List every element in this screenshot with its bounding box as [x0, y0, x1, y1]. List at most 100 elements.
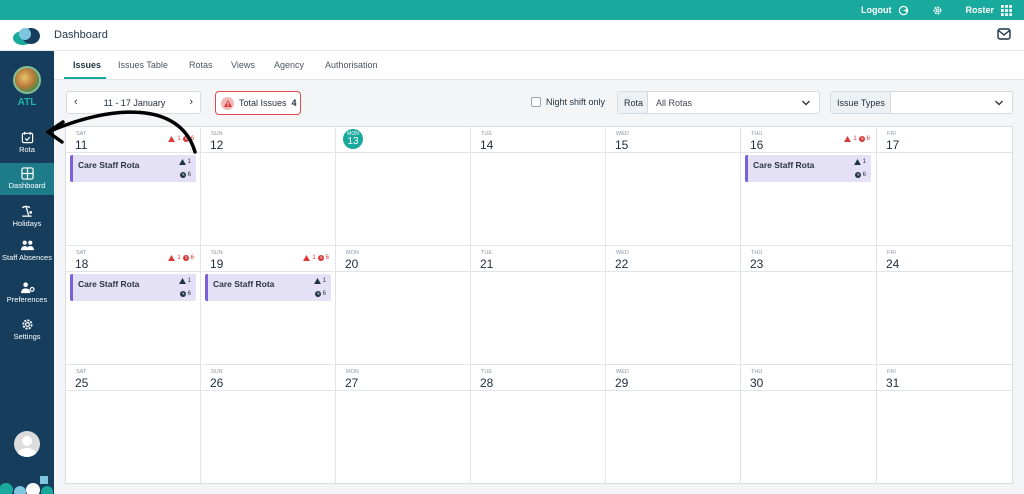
- mail-icon[interactable]: [997, 28, 1011, 40]
- shift-card[interactable]: Care Staff Rota 1 6: [70, 155, 196, 182]
- logout-icon[interactable]: [897, 4, 909, 16]
- weekday-label: SUN: [211, 131, 223, 137]
- weekday-label: TUE: [481, 250, 492, 256]
- shift-people-count: 1: [322, 278, 326, 284]
- calendar-day-cell[interactable]: SAT 11 1 6 Care Staff Rota 1 6: [66, 127, 201, 246]
- calendar-day-cell[interactable]: WED 22: [606, 246, 741, 365]
- calendar-day-cell[interactable]: MON 13: [336, 127, 471, 246]
- clock-icon: [182, 255, 189, 261]
- issue-types-select[interactable]: Issue Types: [830, 91, 1013, 114]
- day-header: SAT 18 1 6: [66, 246, 200, 272]
- shift-hours: 6: [314, 291, 326, 297]
- sidebar-item-staff-absences[interactable]: Staff Absences: [0, 239, 54, 273]
- day-header: WED 29: [606, 365, 740, 391]
- app-logo[interactable]: [12, 25, 42, 47]
- night-shift-toggle[interactable]: Night shift only: [531, 97, 605, 107]
- day-header: SAT 25: [66, 365, 200, 391]
- day-header: TUE 28: [471, 365, 605, 391]
- gear-icon[interactable]: [931, 4, 943, 16]
- calendar-day-cell[interactable]: WED 15: [606, 127, 741, 246]
- clock-icon: [179, 291, 186, 297]
- calendar-day-cell[interactable]: FRI 24: [877, 246, 1012, 365]
- day-header: SUN 12: [201, 127, 335, 153]
- shift-hours-count: 6: [862, 172, 866, 178]
- warning-icon: [303, 255, 311, 261]
- clock-icon: [182, 136, 189, 142]
- weekday-label: SUN: [211, 250, 223, 256]
- weekday-label: WED: [616, 131, 629, 137]
- sidebar-item-rota[interactable]: Rota: [0, 131, 54, 157]
- calendar-day-cell[interactable]: THU 16 1 6 Care Staff Rota 1 6: [741, 127, 877, 246]
- active-tab-indicator: [64, 77, 106, 79]
- calendar-day-cell[interactable]: SUN 19 1 6 Care Staff Rota 1 6: [201, 246, 336, 365]
- weekday-label: FRI: [887, 369, 896, 375]
- day-header: FRI 24: [877, 246, 1012, 272]
- calendar-day-cell[interactable]: FRI 31: [877, 365, 1012, 483]
- hours-count: 6: [190, 136, 194, 142]
- calendar-day-cell[interactable]: THU 30: [741, 365, 877, 483]
- org-avatar[interactable]: [13, 66, 41, 94]
- calendar-day-cell[interactable]: TUE 21: [471, 246, 606, 365]
- weekday-label: THU: [751, 131, 763, 137]
- calendar-day-cell[interactable]: FRI 17: [877, 127, 1012, 246]
- sidebar-item-holidays[interactable]: Holidays: [0, 205, 54, 233]
- weekday-label: SAT: [76, 250, 87, 256]
- day-number: 13: [347, 136, 359, 147]
- user-avatar[interactable]: [14, 431, 40, 457]
- sidebar: ATL Rota Dashboard Holidays Staff Absenc…: [0, 51, 54, 494]
- shift-people: 1: [178, 278, 191, 284]
- tab-issues[interactable]: Issues: [73, 60, 101, 70]
- night-shift-checkbox[interactable]: [531, 97, 541, 107]
- weekday-label: TUE: [481, 369, 492, 375]
- hours-count: 6: [866, 136, 870, 142]
- next-week-button[interactable]: ›: [189, 96, 193, 108]
- shift-hours: 6: [179, 172, 191, 178]
- calendar-day-cell[interactable]: MON 20: [336, 246, 471, 365]
- clock-icon: [854, 172, 861, 178]
- rota-select[interactable]: Rota All Rotas: [617, 91, 820, 114]
- hours-count: 6: [190, 255, 194, 261]
- sidebar-item-label: Rota: [19, 145, 35, 154]
- day-issue-badges[interactable]: 16: [168, 136, 194, 142]
- calendar-day-cell[interactable]: WED 29: [606, 365, 741, 483]
- warning-icon: [844, 136, 852, 142]
- tab-issues-table[interactable]: Issues Table: [118, 60, 168, 70]
- calendar-day-cell[interactable]: MON 27: [336, 365, 471, 483]
- tab-authorisation[interactable]: Authorisation: [325, 60, 378, 70]
- shift-people: 1: [853, 159, 866, 165]
- calendar-day-cell[interactable]: SUN 26: [201, 365, 336, 483]
- shift-card[interactable]: Care Staff Rota 1 6: [205, 274, 331, 301]
- logout-link[interactable]: Logout: [861, 5, 892, 15]
- weekday-label: SAT: [76, 369, 87, 375]
- day-issue-badges[interactable]: 16: [168, 255, 194, 261]
- org-name: ATL: [17, 97, 37, 108]
- calendar-day-cell[interactable]: THU 23: [741, 246, 877, 365]
- roster-link[interactable]: Roster: [965, 5, 994, 15]
- shift-card[interactable]: Care Staff Rota 1 6: [70, 274, 196, 301]
- weekday-label: WED: [616, 250, 629, 256]
- calendar-day-cell[interactable]: SUN 12: [201, 127, 336, 246]
- apps-grid-icon[interactable]: [1000, 4, 1012, 16]
- calendar-day-cell[interactable]: SAT 25: [66, 365, 201, 483]
- shift-card[interactable]: Care Staff Rota 1 6: [745, 155, 871, 182]
- tab-views[interactable]: Views: [231, 60, 255, 70]
- total-issues-button[interactable]: Total Issues 4: [215, 91, 301, 115]
- chevron-down-icon: [802, 100, 810, 106]
- day-issue-badges[interactable]: 16: [303, 255, 329, 261]
- sidebar-item-dashboard[interactable]: Dashboard: [0, 163, 54, 195]
- sidebar-item-settings[interactable]: Settings: [0, 318, 54, 346]
- tab-rotas[interactable]: Rotas: [189, 60, 213, 70]
- date-range-label[interactable]: 11 - 17 January: [67, 98, 202, 108]
- people-icon: [20, 240, 34, 251]
- calendar-day-cell[interactable]: TUE 14: [471, 127, 606, 246]
- clock-icon: [314, 291, 321, 297]
- day-issue-badges[interactable]: 16: [844, 136, 870, 142]
- tab-agency[interactable]: Agency: [274, 60, 304, 70]
- calendar-day-cell[interactable]: TUE 28: [471, 365, 606, 483]
- total-issues-label: Total Issues: [239, 98, 287, 108]
- calendar-day-cell[interactable]: SAT 18 1 6 Care Staff Rota 1 6: [66, 246, 201, 365]
- date-range-picker: ‹ 11 - 17 January ›: [66, 91, 201, 114]
- day-header: MON 27: [336, 365, 470, 391]
- sidebar-item-preferences[interactable]: Preferences: [0, 281, 54, 309]
- shift-people: 1: [313, 278, 326, 284]
